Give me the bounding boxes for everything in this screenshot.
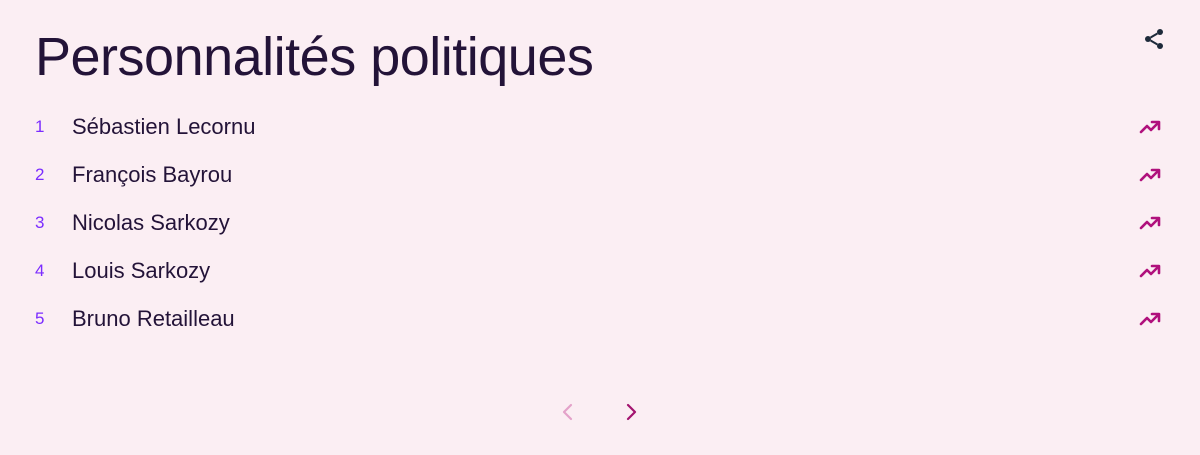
item-rank: 5: [35, 309, 45, 328]
item-rank: 1: [35, 117, 45, 136]
share-button[interactable]: [1139, 24, 1169, 54]
trending-up-icon: [1138, 307, 1162, 331]
trending-list: 1 Sébastien Lecornu 2 François Bayrou 3 …: [0, 103, 1200, 343]
item-rank: 2: [35, 165, 45, 184]
trending-up-icon: [1138, 163, 1162, 187]
item-name[interactable]: François Bayrou: [72, 162, 232, 188]
chevron-left-icon: [562, 403, 573, 421]
item-name[interactable]: Bruno Retailleau: [72, 306, 235, 332]
item-name[interactable]: Louis Sarkozy: [72, 258, 210, 284]
list-item[interactable]: 2 François Bayrou: [0, 151, 1200, 199]
item-name[interactable]: Sébastien Lecornu: [72, 114, 255, 140]
trending-up-icon: [1138, 211, 1162, 235]
trending-up-icon: [1138, 259, 1162, 283]
item-name[interactable]: Nicolas Sarkozy: [72, 210, 230, 236]
pagination: [552, 398, 648, 426]
share-icon: [1145, 29, 1163, 49]
list-item[interactable]: 1 Sébastien Lecornu: [0, 103, 1200, 151]
previous-page-button[interactable]: [554, 398, 582, 426]
card-title: Personnalités politiques: [35, 27, 594, 87]
chevron-right-icon: [626, 403, 637, 421]
next-page-button[interactable]: [617, 398, 645, 426]
item-rank: 4: [35, 261, 45, 280]
list-item[interactable]: 3 Nicolas Sarkozy: [0, 199, 1200, 247]
trending-card: Personnalités politiques 1 Sébastien Lec…: [0, 0, 1200, 455]
trending-up-icon: [1138, 115, 1162, 139]
list-item[interactable]: 5 Bruno Retailleau: [0, 295, 1200, 343]
item-rank: 3: [35, 213, 45, 232]
list-item[interactable]: 4 Louis Sarkozy: [0, 247, 1200, 295]
